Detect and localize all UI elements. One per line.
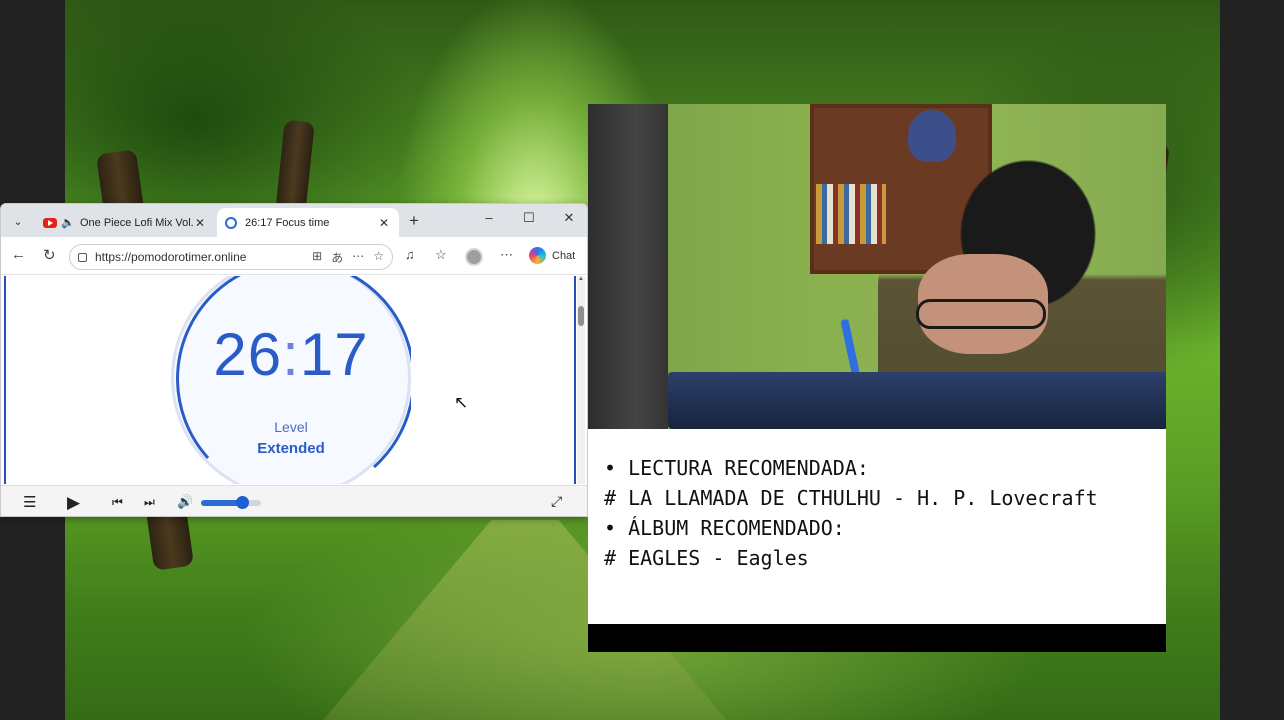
- desk-tablet: [668, 372, 1166, 429]
- new-tab-button[interactable]: +: [409, 212, 419, 229]
- playlist-menu-icon[interactable]: ☰: [23, 493, 36, 511]
- panel-bottom-bar: [588, 624, 1166, 652]
- tab-lofi-mix[interactable]: 🔈 One Piece Lofi Mix Vol.! ✕: [35, 208, 215, 237]
- copilot-chat-button[interactable]: Chat: [529, 247, 575, 264]
- tab-focus-time[interactable]: 26:17 Focus time ✕: [217, 208, 399, 237]
- reading-title: # LA LLAMADA DE CTHULHU - H. P. Lovecraf…: [604, 486, 1098, 510]
- close-window-button[interactable]: ✕: [559, 210, 579, 226]
- address-bar: ← ↻ https://pomodorotimer.online ⊞ あ ⋯ ☆…: [1, 237, 587, 275]
- chevron-down-icon: ⌄: [13, 215, 23, 228]
- album-title: # EAGLES - Eagles: [604, 546, 809, 570]
- pen: [840, 318, 860, 375]
- recommendations-panel: • LECTURA RECOMENDADA: # LA LLAMADA DE C…: [588, 429, 1166, 624]
- scroll-up-arrow-icon[interactable]: ▲: [577, 276, 585, 282]
- music-player-bar: ☰ ▶ ⏮ ⏭ 🔊 ⤢: [1, 485, 587, 516]
- url-field[interactable]: https://pomodorotimer.online ⊞ あ ⋯ ☆: [69, 244, 393, 270]
- volume-slider[interactable]: [201, 496, 261, 509]
- more-options-icon[interactable]: ⋯: [352, 249, 364, 266]
- youtube-icon: [43, 217, 57, 228]
- url-tools: ⊞ あ ⋯ ☆: [312, 249, 392, 266]
- level-label: Level: [274, 419, 308, 435]
- chat-label: Chat: [552, 249, 576, 262]
- timer-icon: [225, 216, 237, 229]
- tab-bar: ⌄ 🔈 One Piece Lofi Mix Vol.! ✕ 26:17 Foc…: [1, 204, 587, 237]
- settings-more-icon[interactable]: ⋯: [500, 247, 513, 263]
- favorite-star-icon[interactable]: ☆: [373, 249, 384, 266]
- profile-avatar[interactable]: [465, 248, 483, 266]
- reading-heading: • LECTURA RECOMENDADA:: [604, 456, 869, 480]
- mouse-cursor-icon: ↖: [454, 393, 469, 412]
- timer-display: 26:17: [171, 320, 411, 389]
- scroll-thumb[interactable]: [578, 306, 584, 326]
- album-heading: • ÁLBUM RECOMENDADO:: [604, 516, 845, 540]
- maximize-button[interactable]: ☐: [519, 210, 539, 226]
- play-button[interactable]: ▶: [67, 493, 80, 513]
- glasses: [916, 299, 1046, 329]
- volume-icon[interactable]: 🔊: [177, 494, 193, 510]
- fullscreen-icon[interactable]: ⤢: [551, 493, 562, 510]
- speaker-icon[interactable]: 🔈: [61, 216, 75, 229]
- url-text: https://pomodorotimer.online: [95, 250, 247, 264]
- next-track-button[interactable]: ⏭: [144, 495, 155, 510]
- page-scrollbar[interactable]: ▲: [577, 276, 585, 484]
- lock-icon: [78, 252, 87, 262]
- close-tab-icon[interactable]: ✕: [193, 216, 207, 230]
- tab-label: 26:17 Focus time: [245, 216, 330, 229]
- plush-toy: [908, 110, 956, 162]
- timer-seconds: 17: [299, 321, 369, 388]
- previous-track-button[interactable]: ⏮: [112, 495, 123, 510]
- apps-icon[interactable]: ⊞: [312, 249, 322, 266]
- books: [816, 184, 886, 244]
- media-control-icon[interactable]: ♫: [405, 247, 415, 262]
- timer-minutes: 26: [213, 321, 283, 388]
- volume-knob[interactable]: [235, 496, 249, 509]
- pomodoro-page: 26:17 Level Extended ↖: [4, 276, 576, 484]
- close-tab-icon[interactable]: ✕: [377, 216, 391, 230]
- minimize-button[interactable]: –: [479, 210, 499, 225]
- back-button[interactable]: ←: [11, 246, 26, 263]
- translate-icon[interactable]: あ: [331, 249, 343, 266]
- tab-actions-menu[interactable]: ⌄: [7, 210, 29, 232]
- favorites-icon[interactable]: ☆: [435, 247, 447, 263]
- copilot-icon: [529, 247, 546, 264]
- webcam-feed: [588, 104, 1166, 429]
- stream-scene: ⌄ 🔈 One Piece Lofi Mix Vol.! ✕ 26:17 Foc…: [0, 0, 1284, 720]
- right-panel-border: [1220, 0, 1284, 720]
- level-value: Extended: [257, 440, 325, 457]
- refresh-button[interactable]: ↻: [43, 246, 56, 264]
- timer-separator: :: [282, 321, 300, 388]
- cabinet: [588, 104, 668, 429]
- browser-window: ⌄ 🔈 One Piece Lofi Mix Vol.! ✕ 26:17 Foc…: [0, 203, 588, 517]
- tab-label: One Piece Lofi Mix Vol.!: [80, 216, 193, 229]
